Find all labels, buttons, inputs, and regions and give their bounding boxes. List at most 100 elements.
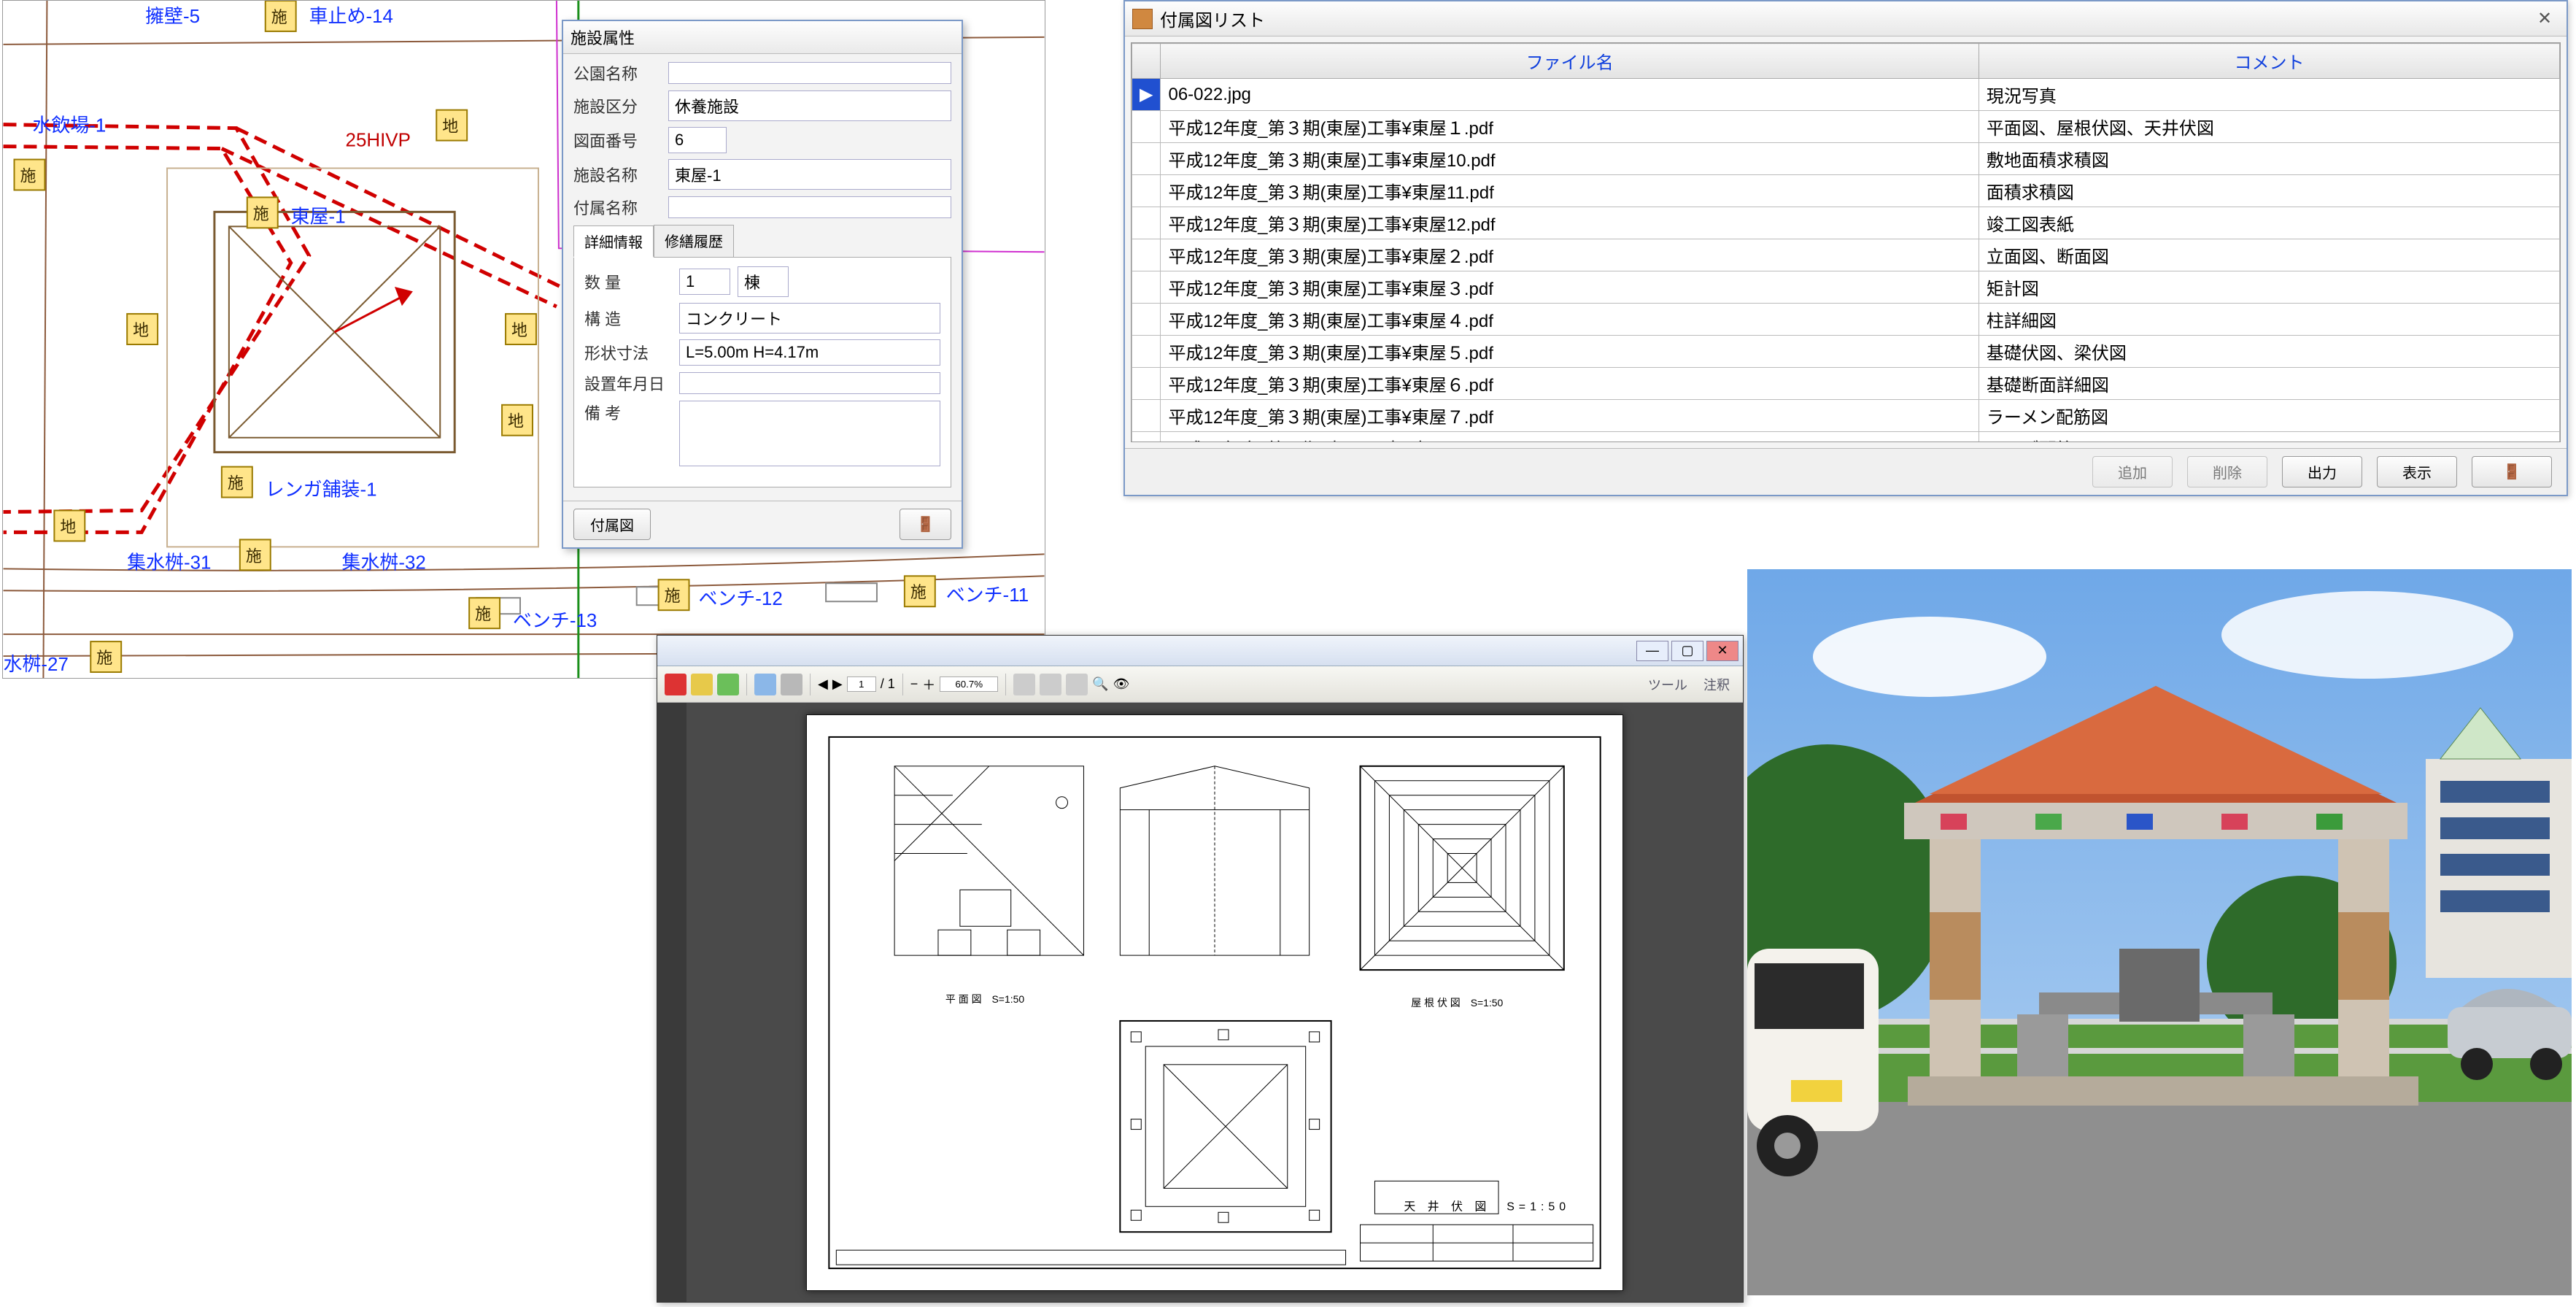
table-row[interactable]: 平成12年度_第３期(東屋)工事¥東屋７.pdfラーメン配筋図 [1132,400,2560,432]
show-button[interactable]: 表示 [2377,456,2457,487]
qty-unit-field[interactable]: 棟 [738,266,789,297]
site-photo [1747,569,2572,1295]
table-row[interactable]: 平成12年度_第３期(東屋)工事¥東屋12.pdf竣工図表紙 [1132,207,2560,239]
file-table-container[interactable]: ファイル名 コメント ▶06-022.jpg現況写真平成12年度_第３期(東屋)… [1131,42,2561,442]
mail-icon[interactable] [781,674,802,695]
facility-name-field[interactable]: 東屋-1 [668,159,951,190]
search-icon[interactable]: 🔍 [1092,676,1108,692]
svg-text:施: 施 [475,605,491,623]
attached-name-label: 付属名称 [573,196,661,219]
svg-text:施: 施 [228,474,244,493]
output-button[interactable]: 出力 [2282,456,2362,487]
table-row[interactable]: 平成12年度_第３期(東屋)工事¥東屋４.pdf柱詳細図 [1132,304,2560,336]
door-icon: 🚪 [2503,463,2521,481]
tab-history[interactable]: 修繕履歴 [654,225,734,257]
prev-page-icon[interactable]: ◀ [818,676,828,692]
list-window-title: 付属図リスト [1160,6,1265,31]
next-page-icon[interactable]: ▶ [832,676,843,692]
zoom-out-icon[interactable]: − [910,676,918,692]
table-row[interactable]: ▶06-022.jpg現況写真 [1132,79,2560,111]
svg-text:施: 施 [253,204,269,223]
table-row[interactable]: 平成12年度_第３期(東屋)工事¥東屋５.pdf基礎伏図、梁伏図 [1132,336,2560,368]
drawing-no-label: 図面番号 [573,128,661,152]
pdf-icon [665,674,686,695]
open-icon[interactable] [691,674,713,695]
label-shusui32: 集水桝-32 [342,552,426,573]
svg-text:地: 地 [133,321,149,339]
window-close-button[interactable]: ✕ [1706,641,1738,661]
structure-label: 構 造 [584,306,672,330]
comment-label[interactable]: 注釈 [1698,675,1736,694]
page-total: / 1 [881,676,895,692]
facility-name-label: 施設名称 [573,163,661,186]
attachment-button[interactable]: 付属図 [573,509,651,540]
page-input[interactable] [847,676,876,692]
ceiling-caption: 天 井 伏 図 S=1:50 [1404,1200,1570,1213]
svg-text:施: 施 [665,587,681,605]
svg-text:施: 施 [271,8,287,26]
qty-label: 数 量 [584,270,672,293]
table-row[interactable]: 平成12年度_第３期(東屋)工事¥東屋３.pdf矩計図 [1132,271,2560,304]
label-shusui31: 集水桝-31 [127,552,211,573]
label-hivp: 25HIVP [346,131,411,151]
pdf-viewer-window[interactable]: — ▢ ✕ ◀ ▶ / 1 − ＋ 🔍 👁 ツール 注釈 [657,635,1744,1303]
category-field[interactable]: 休養施設 [668,90,951,121]
snapshot-icon[interactable] [1066,674,1088,695]
dims-field[interactable]: L=5.00m H=4.17m [679,339,940,366]
pdf-page[interactable]: 平 面 図 S=1:50 [806,714,1623,1291]
prop-window-title: 施設属性 [563,21,962,54]
label-renga: レンガ舗装-1 [266,479,377,501]
table-row[interactable]: 平成12年度_第３期(東屋)工事¥東屋８.pdfスラブ配筋図 [1132,432,2560,443]
prop-close-button[interactable]: 🚪 [900,509,951,540]
pdf-toolbar: ◀ ▶ / 1 − ＋ 🔍 👁 ツール 注釈 [657,666,1743,703]
add-button[interactable]: 追加 [2092,456,2173,487]
pdf-sidebar[interactable] [657,703,686,1302]
file-table: ファイル名 コメント ▶06-022.jpg現況写真平成12年度_第３期(東屋)… [1132,43,2560,442]
col-comment[interactable]: コメント [1979,44,2559,79]
remarks-field[interactable] [679,401,940,466]
save-icon[interactable] [717,674,739,695]
roof-caption: 屋 根 伏 図 S=1:50 [1411,996,1503,1008]
zoom-input[interactable] [940,676,998,692]
facility-property-window[interactable]: 施設属性 公園名称 施設区分 休養施設 図面番号 6 施設名称 東屋-1 付属名… [562,20,963,549]
maximize-button[interactable]: ▢ [1671,641,1703,661]
minimize-button[interactable]: — [1636,641,1668,661]
tab-detail[interactable]: 詳細情報 [573,225,654,258]
hand-tool-icon[interactable] [1013,674,1035,695]
col-filename[interactable]: ファイル名 [1161,44,1979,79]
list-close-button[interactable]: 🚪 [2472,456,2552,487]
svg-text:施: 施 [246,547,262,565]
window-icon [1132,9,1153,29]
cad-map-panel[interactable]: 施 施 施 施 施 施 施 施 施 地 地 地 地 地 擁壁-5 車止め-14 … [2,0,1045,679]
svg-text:地: 地 [442,117,458,136]
dims-label: 形状寸法 [584,341,672,364]
label-bench13: ベンチ-13 [513,611,597,631]
table-row[interactable]: 平成12年度_第３期(東屋)工事¥東屋11.pdf面積求積図 [1132,175,2560,207]
binoculars-icon[interactable]: 👁 [1113,676,1130,692]
select-tool-icon[interactable] [1040,674,1061,695]
attachment-list-window[interactable]: 付属図リスト ✕ ファイル名 コメント ▶06-022.jpg現況写真平成12年… [1123,0,2568,496]
label-bench11: ベンチ-11 [946,585,1029,606]
door-icon: 🚪 [916,517,935,533]
park-name-field[interactable] [668,62,951,84]
structure-field[interactable]: コンクリート [679,303,940,334]
table-row[interactable]: 平成12年度_第３期(東屋)工事¥東屋１.pdf平面図、屋根伏図、天井伏図 [1132,111,2560,143]
delete-button[interactable]: 削除 [2187,456,2267,487]
table-row[interactable]: 平成12年度_第３期(東屋)工事¥東屋10.pdf敷地面積求積図 [1132,143,2560,175]
drawing-no-field[interactable]: 6 [668,127,727,153]
close-icon[interactable]: ✕ [2530,8,2559,29]
label-kurumadome: 車止め-14 [309,6,393,27]
attached-name-field[interactable] [668,196,951,218]
qty-field[interactable]: 1 [679,269,730,295]
label-bench12: ベンチ-12 [698,589,782,609]
label-azumaya: 東屋-1 [291,206,346,227]
svg-text:施: 施 [96,649,112,667]
install-field[interactable] [679,372,940,394]
print-icon[interactable] [754,674,776,695]
table-row[interactable]: 平成12年度_第３期(東屋)工事¥東屋６.pdf基礎断面詳細図 [1132,368,2560,400]
svg-text:施: 施 [910,583,927,601]
table-row[interactable]: 平成12年度_第３期(東屋)工事¥東屋２.pdf立面図、断面図 [1132,239,2560,271]
tools-label[interactable]: ツール [1642,675,1693,694]
category-label: 施設区分 [573,94,661,117]
zoom-in-icon[interactable]: ＋ [922,675,935,694]
